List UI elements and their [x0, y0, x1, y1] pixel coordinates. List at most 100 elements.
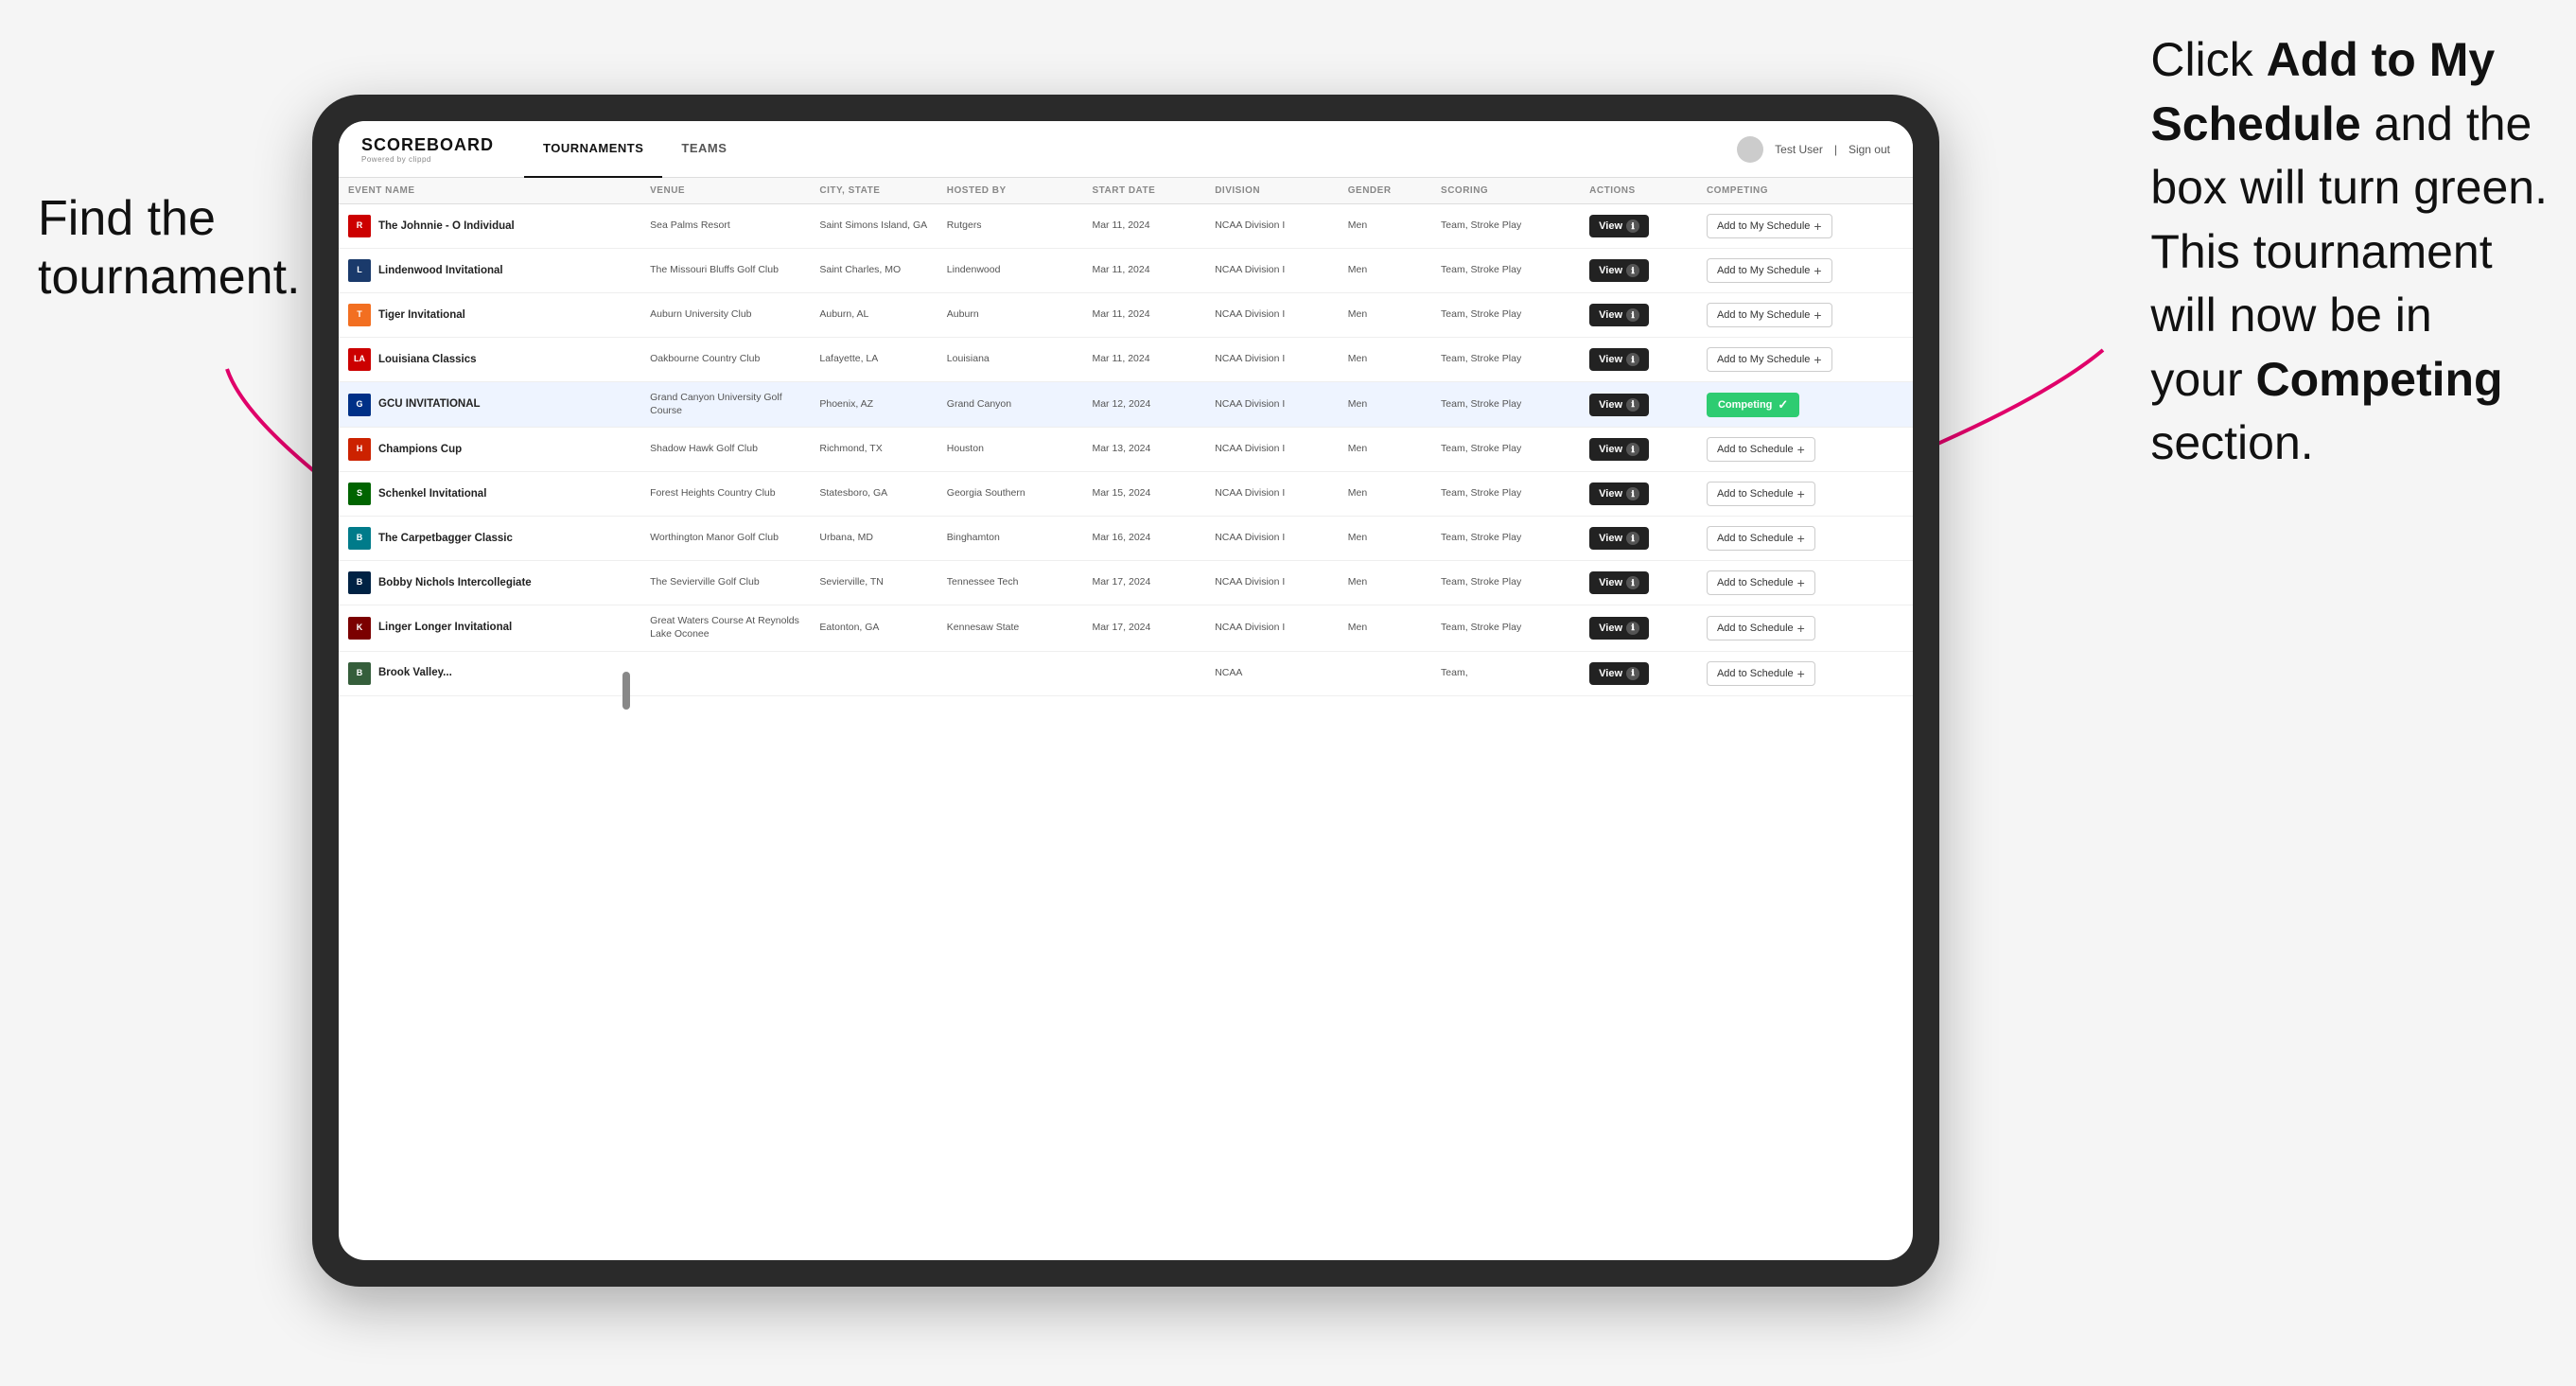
scoring-cell-4: Team, Stroke Play	[1431, 382, 1580, 428]
actions-cell-0: View ℹ	[1580, 204, 1697, 249]
venue-cell-7: Worthington Manor Golf Club	[640, 517, 810, 561]
event-name: Bobby Nichols Intercollegiate	[378, 576, 532, 590]
division-cell-7: NCAA Division I	[1205, 517, 1339, 561]
competing-cell-5: Add to Schedule +	[1697, 428, 1913, 472]
event-name-cell-5: H Champions Cup	[339, 428, 640, 472]
gender-cell-2: Men	[1339, 293, 1431, 338]
nav-tab-teams[interactable]: TEAMS	[662, 121, 745, 178]
gender-cell-5: Men	[1339, 428, 1431, 472]
info-icon: ℹ	[1626, 353, 1639, 366]
competing-cell-10: Add to Schedule +	[1697, 651, 1913, 695]
info-icon: ℹ	[1626, 308, 1639, 322]
team-logo: B	[348, 662, 371, 685]
venue-cell-3: Oakbourne Country Club	[640, 338, 810, 382]
hosted-by-cell-9: Kennesaw State	[938, 605, 1083, 651]
gender-cell-7: Men	[1339, 517, 1431, 561]
hosted-by-cell-6: Georgia Southern	[938, 472, 1083, 517]
actions-cell-3: View ℹ	[1580, 338, 1697, 382]
venue-cell-1: The Missouri Bluffs Golf Club	[640, 249, 810, 293]
city-cell-7: Urbana, MD	[810, 517, 937, 561]
info-icon: ℹ	[1626, 667, 1639, 680]
info-icon: ℹ	[1626, 487, 1639, 500]
add-to-schedule-button[interactable]: Add to My Schedule +	[1707, 214, 1832, 238]
venue-cell-5: Shadow Hawk Golf Club	[640, 428, 810, 472]
tablet-device: SCOREBOARD Powered by clippd TOURNAMENTS…	[312, 95, 1939, 1287]
annotation-right: Click Add to MySchedule and the box will…	[2150, 28, 2548, 476]
actions-cell-2: View ℹ	[1580, 293, 1697, 338]
scoring-cell-9: Team, Stroke Play	[1431, 605, 1580, 651]
actions-cell-5: View ℹ	[1580, 428, 1697, 472]
add-to-schedule-button[interactable]: Add to My Schedule +	[1707, 303, 1832, 327]
view-button[interactable]: View ℹ	[1589, 394, 1649, 416]
col-event-name: EVENT NAME	[339, 178, 640, 204]
view-button[interactable]: View ℹ	[1589, 304, 1649, 326]
view-button[interactable]: View ℹ	[1589, 527, 1649, 550]
view-button[interactable]: View ℹ	[1589, 571, 1649, 594]
hosted-by-cell-3: Louisiana	[938, 338, 1083, 382]
add-to-schedule-label: Add to Schedule	[1717, 577, 1794, 588]
add-to-schedule-button[interactable]: Add to My Schedule +	[1707, 347, 1832, 372]
division-cell-10: NCAA	[1205, 651, 1339, 695]
view-button[interactable]: View ℹ	[1589, 259, 1649, 282]
team-logo: S	[348, 482, 371, 505]
logo-sub: Powered by clippd	[361, 155, 494, 164]
team-logo: LA	[348, 348, 371, 371]
event-name-cell-2: T Tiger Invitational	[339, 293, 640, 338]
sidebar-indicator	[622, 672, 630, 710]
competing-button[interactable]: Competing ✓	[1707, 393, 1799, 417]
hosted-by-cell-4: Grand Canyon	[938, 382, 1083, 428]
start-date-cell-3: Mar 11, 2024	[1082, 338, 1205, 382]
view-button[interactable]: View ℹ	[1589, 215, 1649, 237]
table-container[interactable]: EVENT NAME VENUE CITY, STATE HOSTED BY S…	[339, 178, 1913, 1260]
plus-icon: +	[1814, 219, 1821, 233]
actions-cell-10: View ℹ	[1580, 651, 1697, 695]
competing-cell-2: Add to My Schedule +	[1697, 293, 1913, 338]
scoring-cell-2: Team, Stroke Play	[1431, 293, 1580, 338]
nav-tab-tournaments[interactable]: TOURNAMENTS	[524, 121, 662, 178]
plus-icon: +	[1814, 264, 1821, 277]
table-row: G GCU INVITATIONAL Grand Canyon Universi…	[339, 382, 1913, 428]
team-logo: R	[348, 215, 371, 237]
view-button[interactable]: View ℹ	[1589, 617, 1649, 640]
add-to-schedule-button[interactable]: Add to Schedule +	[1707, 616, 1815, 640]
info-icon: ℹ	[1626, 622, 1639, 635]
add-to-schedule-button[interactable]: Add to Schedule +	[1707, 570, 1815, 595]
add-to-schedule-button[interactable]: Add to My Schedule +	[1707, 258, 1832, 283]
logo-area: SCOREBOARD Powered by clippd	[361, 135, 494, 164]
division-cell-0: NCAA Division I	[1205, 204, 1339, 249]
event-name-cell-8: B Bobby Nichols Intercollegiate	[339, 561, 640, 605]
add-to-schedule-button[interactable]: Add to Schedule +	[1707, 526, 1815, 551]
competing-cell-6: Add to Schedule +	[1697, 472, 1913, 517]
team-logo: B	[348, 571, 371, 594]
team-logo: K	[348, 617, 371, 640]
division-cell-8: NCAA Division I	[1205, 561, 1339, 605]
sign-out-link[interactable]: Sign out	[1849, 143, 1890, 156]
view-button[interactable]: View ℹ	[1589, 482, 1649, 505]
competing-cell-4: Competing ✓	[1697, 382, 1913, 428]
scoring-cell-6: Team, Stroke Play	[1431, 472, 1580, 517]
add-to-schedule-button[interactable]: Add to Schedule +	[1707, 661, 1815, 686]
view-button[interactable]: View ℹ	[1589, 662, 1649, 685]
division-cell-9: NCAA Division I	[1205, 605, 1339, 651]
city-cell-5: Richmond, TX	[810, 428, 937, 472]
division-cell-2: NCAA Division I	[1205, 293, 1339, 338]
event-name-cell-4: G GCU INVITATIONAL	[339, 382, 640, 428]
gender-cell-0: Men	[1339, 204, 1431, 249]
competing-cell-0: Add to My Schedule +	[1697, 204, 1913, 249]
col-venue: VENUE	[640, 178, 810, 204]
actions-cell-4: View ℹ	[1580, 382, 1697, 428]
event-name: The Johnnie - O Individual	[378, 219, 515, 234]
nav-tabs: TOURNAMENTS TEAMS	[524, 121, 745, 178]
start-date-cell-1: Mar 11, 2024	[1082, 249, 1205, 293]
add-to-schedule-button[interactable]: Add to Schedule +	[1707, 437, 1815, 462]
view-button[interactable]: View ℹ	[1589, 348, 1649, 371]
start-date-cell-7: Mar 16, 2024	[1082, 517, 1205, 561]
city-cell-4: Phoenix, AZ	[810, 382, 937, 428]
view-button[interactable]: View ℹ	[1589, 438, 1649, 461]
actions-cell-1: View ℹ	[1580, 249, 1697, 293]
event-name: Linger Longer Invitational	[378, 621, 512, 635]
competing-cell-1: Add to My Schedule +	[1697, 249, 1913, 293]
add-to-schedule-button[interactable]: Add to Schedule +	[1707, 482, 1815, 506]
city-cell-1: Saint Charles, MO	[810, 249, 937, 293]
start-date-cell-2: Mar 11, 2024	[1082, 293, 1205, 338]
